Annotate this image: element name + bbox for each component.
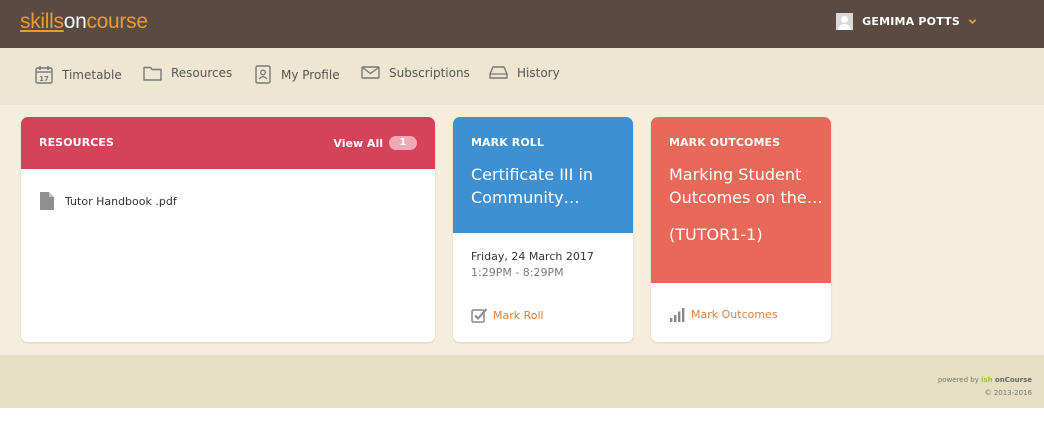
resources-count-badge: 1	[389, 136, 417, 150]
copyright-text: © 2013-2016	[984, 389, 1032, 397]
svg-text:17: 17	[39, 75, 49, 83]
nav-item-subscriptions[interactable]: Subscriptions	[361, 65, 470, 80]
inbox-tray-icon	[489, 66, 508, 79]
mark-outcomes-label: Mark Outcomes	[691, 308, 778, 321]
outcome-title[interactable]: Marking Student Outcomes on the…	[669, 163, 823, 209]
course-title[interactable]: Certificate III in Community…	[471, 163, 593, 209]
calendar-icon: 17	[35, 66, 53, 84]
logo-word-on: on	[63, 10, 87, 33]
user-menu[interactable]: GEMIMA POTTS	[836, 13, 977, 30]
mark-roll-label: Mark Roll	[493, 309, 544, 322]
course-title-line1: Certificate III in	[471, 165, 594, 184]
mark-outcomes-card-title: MARK OUTCOMES	[669, 136, 781, 149]
nav-item-resources[interactable]: Resources	[143, 65, 232, 81]
outcome-code: (TUTOR1-1)	[669, 225, 763, 244]
dashboard-content: RESOURCES View All 1 Tutor Handbook .pdf…	[0, 105, 1044, 355]
mark-roll-card-title: MARK ROLL	[471, 136, 545, 149]
view-all-link[interactable]: View All 1	[333, 136, 417, 150]
nav-label-timetable: Timetable	[62, 67, 122, 82]
outcome-title-line2: Outcomes on the…	[669, 188, 823, 207]
envelope-icon	[361, 66, 380, 79]
main-nav: 17 Timetable Resources My Profile Subscr…	[0, 48, 1044, 105]
mark-roll-card: MARK ROLL Certificate III in Community… …	[453, 117, 633, 342]
outcome-title-line1: Marking Student	[669, 165, 802, 184]
logo-word-course: course	[86, 10, 148, 33]
resource-file-item[interactable]: Tutor Handbook .pdf	[40, 192, 177, 210]
avatar	[836, 13, 854, 30]
resources-card-header: RESOURCES View All 1	[21, 117, 435, 169]
resource-file-name: Tutor Handbook .pdf	[65, 194, 177, 208]
logo-word-skills: skills	[20, 10, 64, 33]
ish-brand: ish	[981, 376, 993, 384]
page-footer: powered by ish onCourse © 2013-2016	[0, 355, 1044, 408]
user-name: GEMIMA POTTS	[862, 15, 960, 28]
resources-card: RESOURCES View All 1 Tutor Handbook .pdf	[21, 117, 435, 342]
session-date: Friday, 24 March 2017	[471, 250, 594, 263]
mark-outcomes-card-header: MARK OUTCOMES Marking Student Outcomes o…	[651, 117, 831, 283]
nav-label-resources: Resources	[171, 66, 233, 80]
nav-label-history: History	[517, 65, 560, 80]
nav-item-my-profile[interactable]: My Profile	[254, 65, 340, 84]
mark-roll-card-header: MARK ROLL Certificate III in Community…	[453, 117, 633, 233]
view-all-label: View All	[333, 136, 383, 150]
nav-label-subscriptions: Subscriptions	[389, 65, 470, 80]
resources-card-title: RESOURCES	[39, 136, 115, 149]
checkbox-check-icon	[471, 308, 488, 323]
powered-by-text: powered by	[937, 376, 979, 384]
mark-outcomes-button[interactable]: Mark Outcomes	[669, 307, 778, 322]
top-header: skillsoncourse GEMIMA POTTS	[0, 0, 1044, 48]
nav-item-timetable[interactable]: 17 Timetable	[35, 65, 122, 84]
document-icon	[40, 192, 54, 210]
session-time: 1:29PM - 8:29PM	[471, 266, 564, 279]
signal-bars-icon	[670, 308, 685, 322]
oncourse-brand: onCourse	[994, 376, 1032, 384]
nav-item-history[interactable]: History	[489, 65, 560, 80]
nav-label-my-profile: My Profile	[281, 67, 340, 82]
powered-by-line[interactable]: powered by ish onCourse	[938, 376, 1032, 384]
skills-on-course-logo[interactable]: skillsoncourse	[20, 9, 148, 35]
folder-icon	[143, 66, 162, 81]
mark-roll-button[interactable]: Mark Roll	[471, 307, 544, 324]
course-title-line2: Community…	[471, 188, 580, 207]
profile-icon	[255, 65, 271, 84]
chevron-down-icon[interactable]	[968, 17, 977, 26]
mark-outcomes-card: MARK OUTCOMES Marking Student Outcomes o…	[651, 117, 831, 342]
